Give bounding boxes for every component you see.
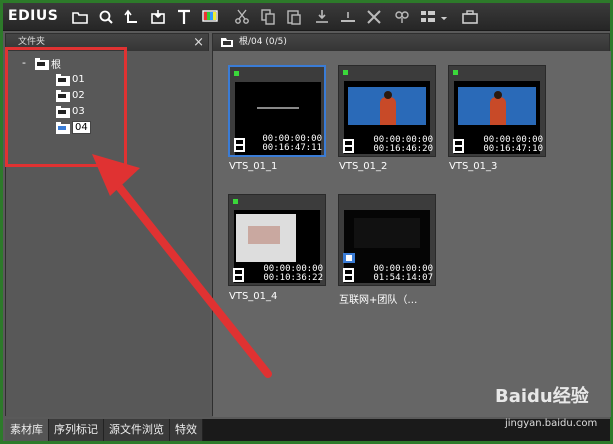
tree-item-label: 01	[72, 73, 85, 85]
tree-item-02[interactable]: 02	[56, 88, 85, 102]
status-indicator	[233, 199, 238, 204]
color-bars-icon[interactable]	[199, 6, 221, 27]
new-folder-icon[interactable]	[69, 6, 91, 27]
film-icon	[343, 268, 354, 282]
tab-effects[interactable]: 特效	[170, 419, 203, 441]
dropdown-icon[interactable]	[437, 6, 451, 27]
tree-item-root[interactable]: 根	[35, 56, 61, 71]
clip-timecode: 00:00:00:00 00:16:46:20	[373, 135, 433, 154]
properties-icon[interactable]	[391, 6, 413, 27]
folder-icon	[56, 90, 70, 102]
film-icon	[233, 268, 244, 282]
bin-header: 根/04 (0/5)	[213, 34, 609, 51]
cut-icon[interactable]	[231, 6, 253, 27]
tree-item-01[interactable]: 01	[56, 72, 85, 86]
clip-thumbnail[interactable]: 00:00:00:00 00:16:47:10	[448, 65, 546, 157]
paste-icon[interactable]	[283, 6, 305, 27]
status-indicator	[234, 71, 239, 76]
bin-icon[interactable]	[459, 6, 481, 27]
tab-sequence-markers[interactable]: 序列标记	[49, 419, 104, 441]
bin-panel: 根/04 (0/5) 00:00:00:00 00:16:47:11 VTS_01…	[212, 33, 611, 417]
bin-path: 根/04 (0/5)	[239, 37, 287, 47]
clip-grid: 00:00:00:00 00:16:47:11 VTS_01_1 00:00:00…	[213, 51, 611, 417]
tree-item-03[interactable]: 03	[56, 104, 85, 118]
clip-thumbnail[interactable]: 00:00:00:00 00:16:46:20	[338, 65, 436, 157]
copy-icon[interactable]	[257, 6, 279, 27]
delete-icon[interactable]	[363, 6, 385, 27]
clip-timecode: 00:00:00:00 01:54:14:07	[373, 264, 433, 283]
film-icon	[343, 139, 354, 153]
folder-icon	[56, 122, 70, 134]
tree-item-label: 04	[72, 120, 91, 134]
folder-tree-panel: 文件夹 × - 根 01 02 03 04	[5, 33, 210, 417]
clip-name[interactable]: VTS_01_1	[229, 161, 277, 172]
clip-timecode: 00:00:00:00 00:16:47:10	[483, 135, 543, 154]
up-folder-icon[interactable]	[121, 6, 143, 27]
folder-tree: - 根 01 02 03 04	[6, 51, 210, 417]
clip-thumbnail[interactable]: 00:00:00:00 01:54:14:07	[338, 194, 436, 286]
tree-item-label: 02	[72, 89, 85, 101]
app-brand: EDIUS	[8, 8, 59, 24]
watermark-logo: Baidu经验	[495, 386, 589, 407]
clip-timecode: 00:00:00:00 00:16:47:11	[262, 134, 322, 153]
clip-name[interactable]: 互联网+团队（…	[339, 291, 417, 306]
tree-item-label: 03	[72, 105, 85, 117]
toolbar: EDIUS	[3, 3, 610, 31]
tab-source-browser[interactable]: 源文件浏览	[104, 419, 170, 441]
status-indicator	[453, 70, 458, 75]
add-to-timeline-icon[interactable]	[311, 6, 333, 27]
import-icon[interactable]	[147, 6, 169, 27]
clip-thumbnail[interactable]: 00:00:00:00 00:16:47:11	[228, 65, 326, 157]
folder-icon	[56, 106, 70, 118]
film-icon	[234, 138, 245, 152]
tree-item-04[interactable]: 04	[56, 120, 91, 134]
collapse-toggle[interactable]: -	[22, 56, 26, 69]
close-icon[interactable]: ×	[193, 34, 204, 51]
status-indicator	[343, 70, 348, 75]
clip-thumbnail[interactable]: 00:00:00:00 00:10:36:22	[228, 194, 326, 286]
insert-icon[interactable]	[337, 6, 359, 27]
title-icon[interactable]	[173, 6, 195, 27]
clip-name[interactable]: VTS_01_3	[449, 161, 497, 172]
film-icon	[453, 139, 464, 153]
folder-icon	[56, 74, 70, 86]
edius-window: EDIUS 文件夹 × - 根 01 02 03 04 根/04 (0/5) 0…	[0, 0, 613, 444]
clip-name[interactable]: VTS_01_2	[339, 161, 387, 172]
view-icon[interactable]	[417, 6, 439, 27]
folder-panel-title: 文件夹	[18, 37, 46, 47]
folder-icon	[35, 58, 49, 70]
tab-asset-library[interactable]: 素材库	[5, 419, 49, 441]
folder-icon	[221, 38, 233, 47]
tree-item-label: 根	[51, 59, 61, 71]
clip-timecode: 00:00:00:00 00:10:36:22	[263, 264, 323, 283]
sequence-icon	[343, 253, 355, 263]
clip-name[interactable]: VTS_01_4	[229, 291, 277, 302]
watermark-url: jingyan.baidu.com	[505, 418, 598, 429]
folder-panel-header: 文件夹 ×	[6, 34, 208, 51]
search-icon[interactable]	[95, 6, 117, 27]
